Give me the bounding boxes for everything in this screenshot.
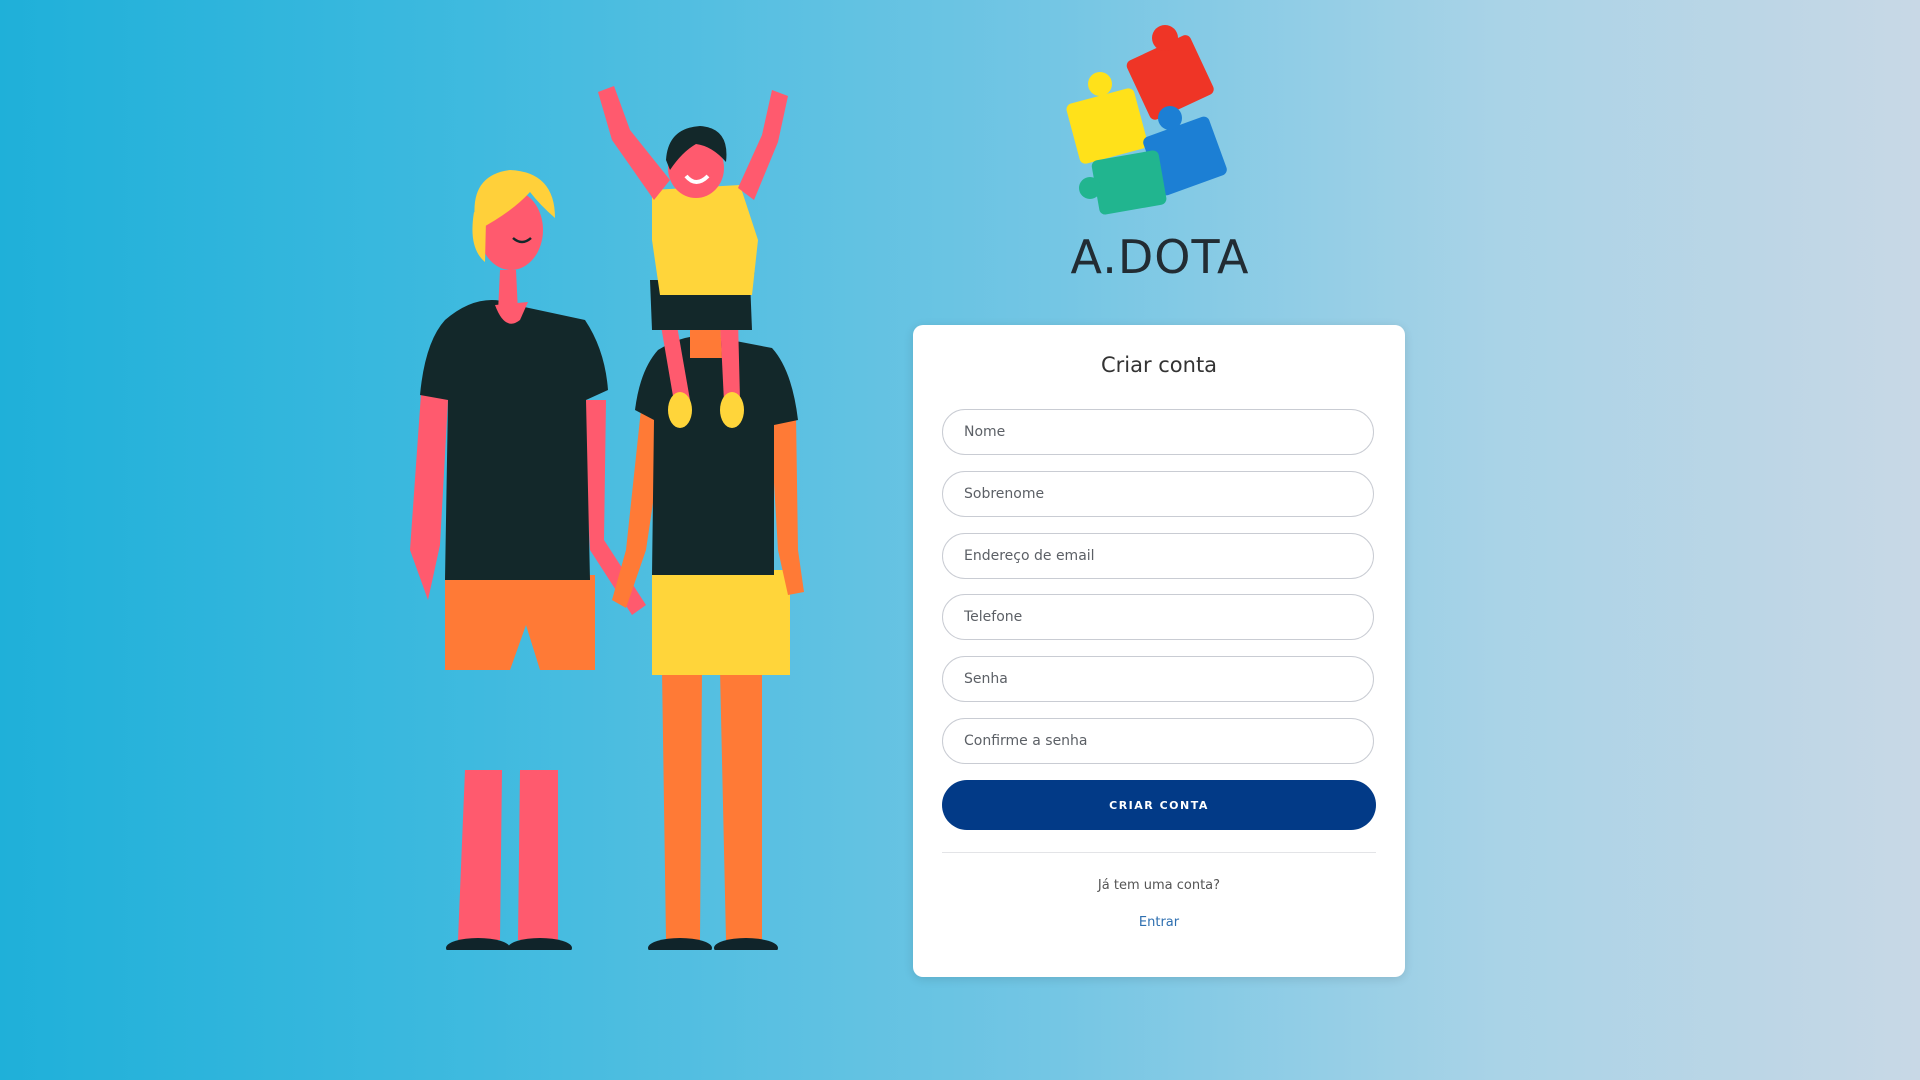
login-prompt: Já tem uma conta? [1097,878,1221,893]
email-input[interactable] [942,533,1374,579]
signup-card: Criar conta CRIAR CONTA Já tem uma conta… [913,325,1405,977]
brand-name: A.DOTA [1070,230,1250,284]
form-title: Criar conta [1100,353,1218,377]
divider [942,852,1376,853]
last-name-input[interactable] [942,471,1374,517]
create-account-button[interactable]: CRIAR CONTA [942,780,1376,830]
adult-left-figure [410,170,646,950]
brand-logo: A.DOTA [1050,20,1270,295]
puzzle-logo-icon [1066,25,1227,215]
password-input[interactable] [942,656,1374,702]
phone-input[interactable] [942,594,1374,640]
first-name-input[interactable] [942,409,1374,455]
confirm-password-input[interactable] [942,718,1374,764]
family-illustration [410,86,804,950]
login-link[interactable]: Entrar [913,915,1405,930]
